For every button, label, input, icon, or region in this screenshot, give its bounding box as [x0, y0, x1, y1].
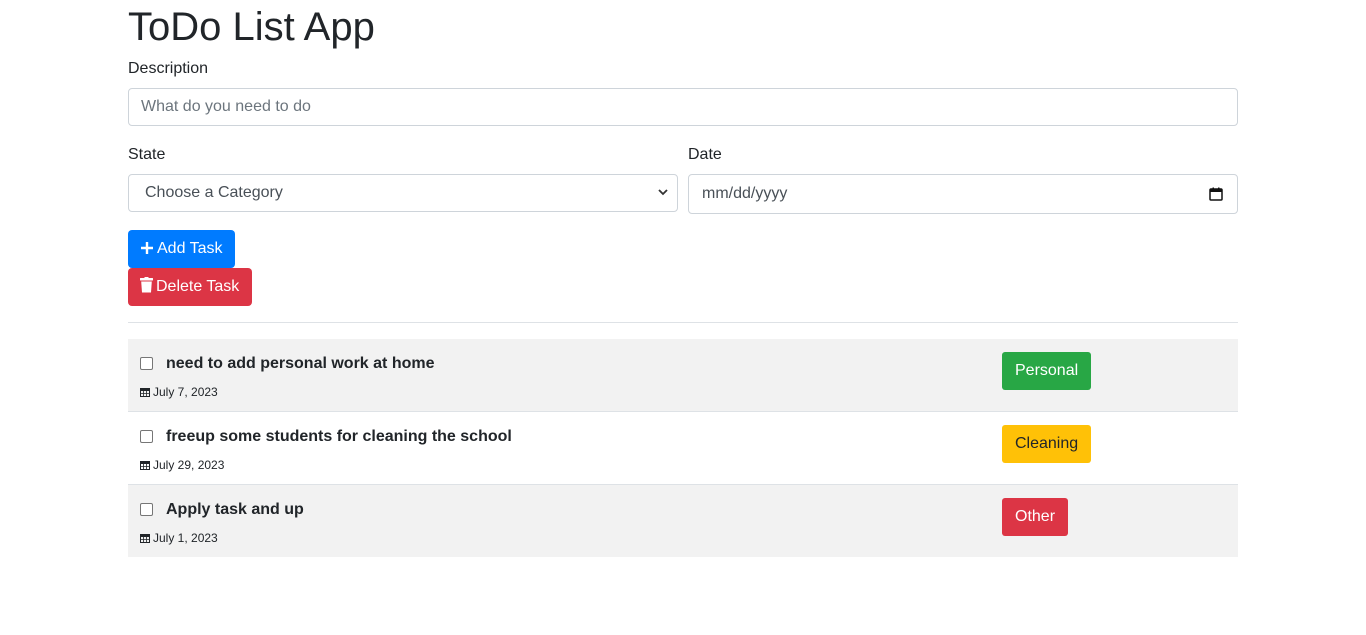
task-date-text: July 29, 2023 — [153, 458, 225, 472]
description-input[interactable] — [128, 88, 1238, 126]
calendar-icon — [140, 388, 150, 397]
date-input[interactable]: mm/dd/yyyy — [688, 174, 1238, 214]
task-checkbox[interactable] — [140, 503, 153, 516]
add-task-label: Add Task — [157, 240, 223, 257]
task-date-text: July 7, 2023 — [153, 385, 218, 399]
task-list: need to add personal work at home July 7… — [128, 339, 1238, 557]
state-label: State — [128, 146, 166, 163]
task-checkbox[interactable] — [140, 430, 153, 443]
page-title: ToDo List App — [128, 5, 375, 49]
task-row: freeup some students for cleaning the sc… — [128, 412, 1238, 485]
task-date-text: July 1, 2023 — [153, 531, 218, 545]
category-select[interactable]: Choose a Category — [128, 174, 678, 212]
task-row: need to add personal work at home July 7… — [128, 339, 1238, 412]
date-input-placeholder: mm/dd/yyyy — [702, 185, 788, 202]
delete-task-button[interactable]: Delete Task — [128, 268, 252, 306]
chevron-down-icon — [657, 175, 669, 225]
divider — [128, 322, 1238, 323]
delete-task-label: Delete Task — [156, 278, 240, 295]
calendar-icon — [140, 461, 150, 470]
task-title: Apply task and up — [166, 501, 304, 518]
category-badge: Personal — [1002, 352, 1092, 390]
task-date: July 7, 2023 — [140, 385, 218, 399]
task-date: July 1, 2023 — [140, 531, 218, 545]
add-task-button[interactable]: Add Task — [128, 230, 235, 268]
date-label: Date — [688, 146, 722, 163]
category-badge: Cleaning — [1002, 425, 1092, 463]
description-label: Description — [128, 60, 209, 77]
category-select-value: Choose a Category — [145, 184, 283, 201]
task-title: freeup some students for cleaning the sc… — [166, 428, 512, 445]
trash-icon — [140, 277, 153, 293]
category-badge: Other — [1002, 498, 1069, 536]
task-row: Apply task and up July 1, 2023 Other — [128, 485, 1238, 557]
calendar-icon[interactable] — [1209, 187, 1223, 201]
plus-icon — [141, 242, 153, 254]
task-title: need to add personal work at home — [166, 355, 435, 372]
task-date: July 29, 2023 — [140, 458, 224, 472]
calendar-icon — [140, 534, 150, 543]
task-checkbox[interactable] — [140, 357, 153, 370]
